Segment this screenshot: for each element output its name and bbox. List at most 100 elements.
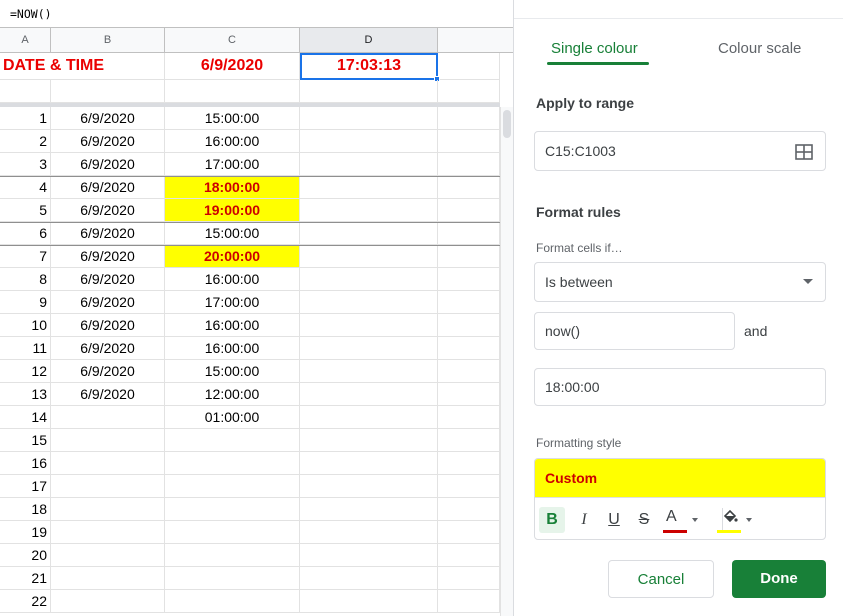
value-input-1[interactable]: now() <box>534 312 735 350</box>
time-cell[interactable]: 17:00:00 <box>165 153 300 176</box>
empty-cell[interactable] <box>300 475 438 498</box>
empty-cell[interactable] <box>300 590 438 613</box>
empty-cell[interactable] <box>438 521 500 544</box>
text-color-button[interactable]: A <box>661 507 691 533</box>
date-cell[interactable] <box>51 590 165 613</box>
date-cell[interactable]: 6/9/2020 <box>51 268 165 291</box>
cancel-button[interactable]: Cancel <box>608 560 714 598</box>
date-cell[interactable] <box>51 498 165 521</box>
row-number-cell[interactable]: 17 <box>0 475 51 498</box>
time-cell[interactable] <box>165 590 300 613</box>
date-cell[interactable] <box>51 544 165 567</box>
time-cell[interactable]: 12:00:00 <box>165 383 300 406</box>
date-cell[interactable] <box>51 452 165 475</box>
empty-cell[interactable] <box>300 222 438 245</box>
row-number-cell[interactable]: 8 <box>0 268 51 291</box>
empty-cell[interactable] <box>300 383 438 406</box>
empty-cell[interactable] <box>300 337 438 360</box>
empty-cell[interactable] <box>300 452 438 475</box>
empty-cell[interactable] <box>438 153 500 176</box>
empty-cell[interactable] <box>438 383 500 406</box>
time-cell-highlighted[interactable]: 19:00:00 <box>165 199 300 222</box>
formula-text[interactable]: =NOW() <box>10 7 52 21</box>
time-cell[interactable]: 01:00:00 <box>165 406 300 429</box>
date-cell[interactable]: 6/9/2020 <box>51 130 165 153</box>
date-cell[interactable]: 6/9/2020 <box>51 337 165 360</box>
column-header-b[interactable]: B <box>51 28 165 52</box>
date-cell[interactable]: 6/9/2020 <box>51 222 165 245</box>
text-color-caret-icon[interactable] <box>692 518 698 522</box>
row-number-cell[interactable]: 20 <box>0 544 51 567</box>
empty-cell[interactable] <box>300 130 438 153</box>
date-cell[interactable]: 6/9/2020 <box>51 360 165 383</box>
row-number-cell[interactable]: 19 <box>0 521 51 544</box>
row-number-cell[interactable]: 1 <box>0 107 51 130</box>
date-cell[interactable]: 6/9/2020 <box>51 153 165 176</box>
empty-cell[interactable] <box>438 429 500 452</box>
time-cell[interactable]: 16:00:00 <box>165 314 300 337</box>
row-number-cell[interactable]: 4 <box>0 176 51 199</box>
time-cell[interactable] <box>165 567 300 590</box>
title-cell-d-selected[interactable]: 17:03:13 <box>300 53 438 80</box>
row-number-cell[interactable]: 22 <box>0 590 51 613</box>
fill-color-button[interactable] <box>715 507 745 533</box>
empty-cell[interactable] <box>300 544 438 567</box>
row-number-cell[interactable]: 6 <box>0 222 51 245</box>
tab-colour-scale[interactable]: Colour scale <box>718 40 801 57</box>
empty-cell[interactable] <box>438 337 500 360</box>
row-number-cell[interactable]: 16 <box>0 452 51 475</box>
empty-cell[interactable] <box>300 314 438 337</box>
empty-cell[interactable] <box>300 176 438 199</box>
row-number-cell[interactable]: 3 <box>0 153 51 176</box>
empty-cell[interactable] <box>438 475 500 498</box>
spacer-cell[interactable] <box>165 80 300 103</box>
date-cell[interactable]: 6/9/2020 <box>51 291 165 314</box>
empty-cell[interactable] <box>438 291 500 314</box>
empty-cell[interactable] <box>300 245 438 268</box>
empty-cell[interactable] <box>438 567 500 590</box>
empty-cell[interactable] <box>438 498 500 521</box>
empty-cell[interactable] <box>438 130 500 153</box>
empty-cell[interactable] <box>438 590 500 613</box>
time-cell[interactable] <box>165 429 300 452</box>
date-cell[interactable] <box>51 521 165 544</box>
column-header-a[interactable]: A <box>0 28 51 52</box>
fill-color-caret-icon[interactable] <box>746 518 752 522</box>
date-cell[interactable]: 6/9/2020 <box>51 107 165 130</box>
range-input[interactable]: C15:C1003 <box>534 131 826 171</box>
empty-cell[interactable] <box>300 498 438 521</box>
row-number-cell[interactable]: 5 <box>0 199 51 222</box>
title-cell-c[interactable]: 6/9/2020 <box>165 53 300 80</box>
row-number-cell[interactable]: 10 <box>0 314 51 337</box>
empty-cell[interactable] <box>438 314 500 337</box>
empty-cell[interactable] <box>300 521 438 544</box>
row-number-cell[interactable]: 11 <box>0 337 51 360</box>
empty-cell[interactable] <box>438 245 500 268</box>
column-header-e[interactable] <box>438 28 500 52</box>
row-number-cell[interactable]: 2 <box>0 130 51 153</box>
row-number-cell[interactable]: 21 <box>0 567 51 590</box>
spacer-cell[interactable] <box>51 80 165 103</box>
empty-cell[interactable] <box>300 567 438 590</box>
column-header-c[interactable]: C <box>165 28 300 52</box>
empty-cell[interactable] <box>300 291 438 314</box>
time-cell[interactable]: 15:00:00 <box>165 222 300 245</box>
tab-single-colour[interactable]: Single colour <box>551 40 638 57</box>
date-cell[interactable]: 6/9/2020 <box>51 199 165 222</box>
empty-cell[interactable] <box>300 429 438 452</box>
row-number-cell[interactable]: 12 <box>0 360 51 383</box>
empty-cell[interactable] <box>300 107 438 130</box>
title-cell-e[interactable] <box>438 53 500 80</box>
time-cell[interactable] <box>165 475 300 498</box>
strikethrough-button[interactable]: S <box>631 507 657 533</box>
vertical-scrollbar[interactable] <box>500 107 513 616</box>
empty-cell[interactable] <box>438 222 500 245</box>
time-cell[interactable] <box>165 521 300 544</box>
date-cell[interactable]: 6/9/2020 <box>51 383 165 406</box>
italic-button[interactable]: I <box>571 507 597 533</box>
date-cell[interactable]: 6/9/2020 <box>51 245 165 268</box>
time-cell[interactable] <box>165 452 300 475</box>
date-cell[interactable] <box>51 567 165 590</box>
row-number-cell[interactable]: 7 <box>0 245 51 268</box>
grid-select-icon[interactable] <box>795 144 813 160</box>
